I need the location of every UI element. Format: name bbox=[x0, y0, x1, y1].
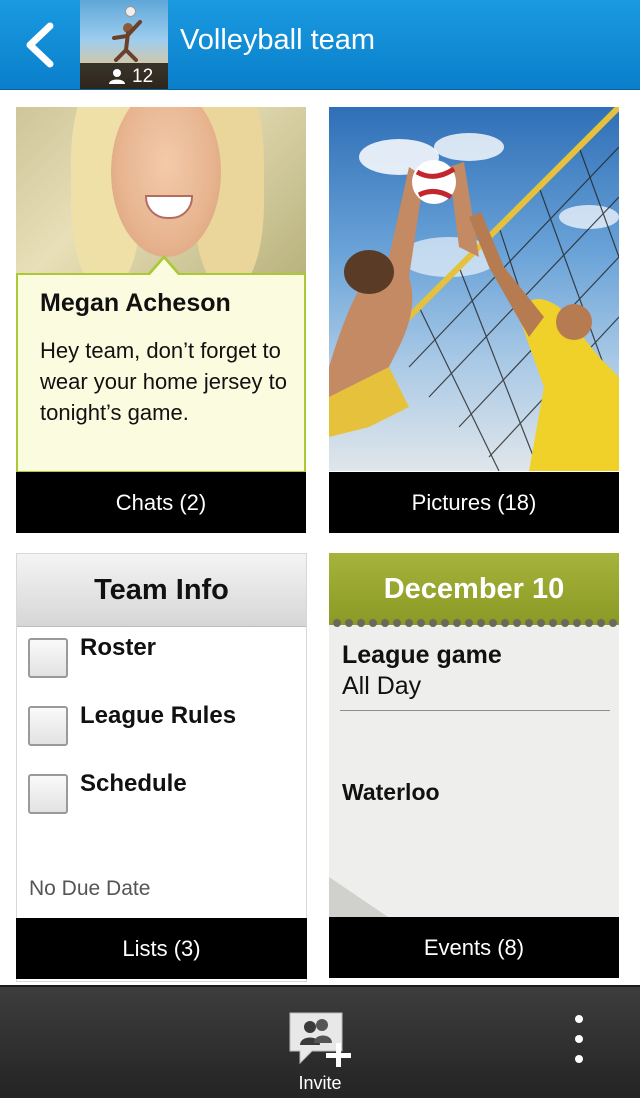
back-button[interactable] bbox=[0, 0, 80, 89]
chat-preview-bubble: Megan Acheson Hey team, don’t forget to … bbox=[16, 273, 306, 473]
person-icon bbox=[109, 69, 125, 84]
binding-hole bbox=[345, 619, 353, 627]
binding-hole bbox=[393, 619, 401, 627]
pictures-label[interactable]: Pictures (18) bbox=[329, 472, 619, 533]
list-item-label: Roster bbox=[80, 634, 157, 661]
page-curl-graphic bbox=[329, 877, 391, 919]
binding-hole bbox=[513, 619, 521, 627]
binding-hole bbox=[453, 619, 461, 627]
volleyball-scene bbox=[329, 107, 619, 471]
checkbox[interactable] bbox=[28, 706, 68, 746]
bubble-pointer-fill bbox=[150, 259, 178, 275]
chats-tile[interactable]: Megan Acheson Hey team, don’t forget to … bbox=[16, 107, 306, 533]
binding-hole bbox=[549, 619, 557, 627]
list-item-label: League Rules bbox=[80, 702, 237, 729]
binding-hole bbox=[405, 619, 413, 627]
binding-hole bbox=[429, 619, 437, 627]
binding-hole bbox=[417, 619, 425, 627]
title-bar: 12 Volleyball team bbox=[0, 0, 640, 90]
overflow-menu-icon bbox=[575, 1055, 583, 1063]
action-bar: Invite bbox=[0, 985, 640, 1098]
overflow-menu-icon bbox=[575, 1035, 583, 1043]
binding-hole bbox=[573, 619, 581, 627]
event-date: December 10 bbox=[329, 553, 619, 625]
volleyball-graphic bbox=[125, 6, 136, 17]
event-time: All Day bbox=[342, 672, 422, 700]
binding-hole bbox=[597, 619, 605, 627]
binding-hole bbox=[561, 619, 569, 627]
checkbox[interactable] bbox=[28, 638, 68, 678]
chats-label[interactable]: Chats (2) bbox=[16, 472, 306, 533]
binding-hole bbox=[585, 619, 593, 627]
binding-hole bbox=[489, 619, 497, 627]
chat-sender-name: Megan Acheson bbox=[40, 289, 231, 317]
list-item-label: Schedule bbox=[80, 770, 187, 797]
overflow-menu-button[interactable] bbox=[560, 1015, 600, 1075]
invite-label: Invite bbox=[298, 1073, 342, 1093]
binding-hole bbox=[525, 619, 533, 627]
list-title: Team Info bbox=[17, 554, 306, 627]
checkbox[interactable] bbox=[28, 774, 68, 814]
pictures-tile[interactable]: Pictures (18) bbox=[329, 107, 619, 533]
binding-hole bbox=[381, 619, 389, 627]
binding-hole bbox=[465, 619, 473, 627]
chat-message-preview: Hey team, don’t forget to wear your home… bbox=[40, 338, 287, 425]
event-location: Waterloo bbox=[342, 779, 440, 805]
binding-hole bbox=[369, 619, 377, 627]
invite-contacts-icon bbox=[289, 1012, 351, 1067]
player-graphic bbox=[112, 20, 142, 62]
binding-hole bbox=[537, 619, 545, 627]
calendar-binding-holes bbox=[333, 619, 617, 629]
binding-hole bbox=[477, 619, 485, 627]
calendar-page: December 10 League game All Day Waterloo bbox=[329, 553, 619, 919]
chevron-left-icon bbox=[26, 22, 54, 68]
lists-tile[interactable]: Team Info Roster League Rules Schedule N… bbox=[16, 553, 307, 982]
event-title: League game bbox=[342, 641, 502, 669]
page-title: Volleyball team bbox=[180, 24, 376, 56]
due-date-text: No Due Date bbox=[29, 877, 151, 900]
binding-hole bbox=[609, 619, 617, 627]
group-avatar[interactable]: 12 bbox=[80, 0, 168, 89]
lists-label[interactable]: Lists (3) bbox=[16, 918, 307, 979]
member-count-badge: 12 bbox=[80, 63, 168, 89]
events-tile[interactable]: December 10 League game All Day Waterloo… bbox=[329, 553, 619, 980]
volleyball-photo bbox=[329, 107, 619, 471]
binding-hole bbox=[441, 619, 449, 627]
overflow-menu-icon bbox=[575, 1015, 583, 1023]
binding-hole bbox=[357, 619, 365, 627]
invite-button[interactable]: Invite bbox=[270, 987, 370, 1098]
divider bbox=[340, 710, 610, 711]
member-count: 12 bbox=[132, 66, 154, 87]
events-label[interactable]: Events (8) bbox=[329, 917, 619, 978]
chat-sender-photo bbox=[16, 107, 306, 273]
binding-hole bbox=[501, 619, 509, 627]
binding-hole bbox=[333, 619, 341, 627]
